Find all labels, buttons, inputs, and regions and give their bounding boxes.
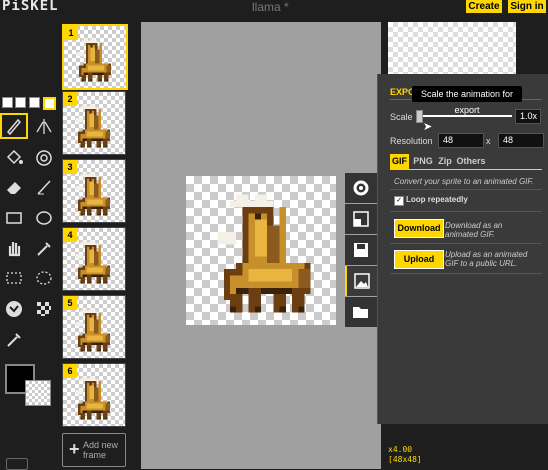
tab-others[interactable]: Others: [456, 154, 486, 169]
rect-select-icon: [6, 272, 22, 284]
divider: [390, 189, 542, 190]
pen-size-3[interactable]: [29, 97, 40, 108]
stroke-icon: [37, 180, 51, 195]
tab-gif[interactable]: GIF: [390, 154, 409, 169]
spray-tool[interactable]: [30, 145, 58, 171]
gear-icon: [353, 180, 369, 196]
frame-thumbnail[interactable]: 6: [62, 363, 126, 427]
divider: [390, 211, 542, 212]
scale-label: Scale: [390, 112, 413, 122]
rectangle-icon: [6, 212, 22, 224]
gif-description: Convert your sprite to an animated GIF.: [394, 177, 534, 186]
pen-size-4[interactable]: [43, 97, 56, 110]
frame-thumbnail[interactable]: 2: [62, 91, 126, 155]
tab-underline: [390, 169, 542, 170]
color-picker-tool[interactable]: [0, 326, 28, 352]
llama-sprite: [217, 194, 311, 313]
frame-llama-sprite: [75, 308, 110, 352]
image-icon: [354, 273, 370, 289]
mouse-cursor-icon: ➤: [423, 121, 433, 133]
resolution-height-input[interactable]: 48: [498, 133, 544, 148]
circle-tool[interactable]: [30, 205, 58, 231]
loop-label: Loop repeatedly: [406, 195, 468, 204]
add-frame-label-1: Add new: [83, 440, 119, 450]
add-frame-button[interactable]: + Add new frame: [62, 433, 126, 467]
rectangle-tool[interactable]: [0, 205, 28, 231]
rect-select-tool[interactable]: [0, 265, 28, 291]
animation-preview: [388, 22, 516, 74]
eraser-icon: [7, 182, 21, 194]
floppy-icon: [354, 243, 368, 257]
divider: [390, 243, 542, 244]
tab-png[interactable]: PNG: [412, 154, 434, 169]
frame-llama-sprite: [76, 38, 111, 82]
hand-tool[interactable]: [0, 235, 28, 261]
secondary-color-swatch[interactable]: [25, 380, 51, 406]
plus-icon: +: [69, 439, 80, 459]
settings-side-tabs: [345, 173, 377, 328]
frame-thumbnail[interactable]: 5: [62, 295, 126, 359]
shape-select-tool[interactable]: [0, 296, 28, 322]
status-readout: x4.00 [48x48]: [388, 445, 422, 465]
upload-button[interactable]: Upload: [394, 250, 444, 269]
loop-checkbox[interactable]: ✓: [394, 196, 404, 206]
frame-thumbnail[interactable]: 3: [62, 159, 126, 223]
resolution-x: x: [486, 136, 491, 146]
mirror-pen-tool[interactable]: [30, 113, 58, 139]
mirror-pen-icon: [36, 119, 52, 134]
stroke-tool[interactable]: [30, 174, 58, 200]
export-tab[interactable]: [345, 266, 377, 296]
hand-icon: [8, 242, 21, 257]
spray-icon: [36, 150, 52, 166]
resize-icon: [353, 211, 369, 227]
eraser-tool[interactable]: [0, 174, 28, 200]
dither-tool[interactable]: [30, 296, 58, 322]
frame-llama-sprite: [75, 240, 110, 284]
signin-button[interactable]: Sign in: [508, 0, 546, 13]
sprite-title: llama *: [252, 0, 289, 14]
import-tab[interactable]: [345, 297, 377, 327]
scale-slider-thumb[interactable]: [416, 110, 423, 123]
circle-icon: [36, 211, 52, 225]
eyedropper-tool[interactable]: [30, 235, 58, 261]
eyedropper-icon: [37, 242, 51, 256]
pen-size-1[interactable]: [2, 97, 13, 108]
settings-tab[interactable]: [345, 173, 377, 203]
color-picker-icon: [7, 333, 21, 347]
resolution-width-input[interactable]: 48: [438, 133, 484, 148]
shape-select-icon: [6, 301, 22, 317]
upload-note: Upload as an animated GIF to a public UR…: [445, 250, 528, 268]
frame-llama-sprite: [75, 104, 110, 148]
export-panel: EXPO Scale ➤ 1.0x Resolution 48 x 48 GIF…: [377, 74, 548, 424]
dither-icon: [37, 302, 51, 316]
pen-icon: [6, 118, 22, 136]
paint-bucket-icon: [6, 149, 23, 165]
resize-tab[interactable]: [345, 204, 377, 234]
lasso-select-icon: [36, 271, 52, 285]
app-logo[interactable]: PiSKEL: [2, 0, 59, 14]
folder-icon: [353, 307, 368, 318]
keyboard-icon[interactable]: [6, 458, 28, 470]
paint-bucket-tool[interactable]: [0, 145, 28, 171]
create-button[interactable]: Create: [466, 0, 502, 13]
frame-llama-sprite: [75, 376, 110, 420]
divider: [390, 273, 542, 274]
download-button[interactable]: Download: [394, 219, 444, 238]
save-tab[interactable]: [345, 235, 377, 265]
tab-zip[interactable]: Zip: [436, 154, 454, 169]
download-note: Download as an animated GIF.: [445, 221, 503, 239]
sprite-canvas[interactable]: [186, 176, 336, 325]
zoom-readout: x4.00: [388, 445, 413, 454]
size-readout: [48x48]: [388, 455, 422, 464]
resolution-label: Resolution: [390, 136, 433, 146]
lasso-select-tool[interactable]: [30, 265, 58, 291]
frame-thumbnail[interactable]: 1: [62, 24, 128, 90]
pen-size-2[interactable]: [15, 97, 26, 108]
scale-tooltip: Scale the animation for export: [412, 86, 522, 115]
frame-thumbnail[interactable]: 4: [62, 227, 126, 291]
pen-tool[interactable]: [0, 113, 28, 139]
add-frame-label-2: frame: [83, 450, 107, 460]
scale-value: 1.0x: [515, 109, 541, 124]
frame-llama-sprite: [75, 172, 110, 216]
